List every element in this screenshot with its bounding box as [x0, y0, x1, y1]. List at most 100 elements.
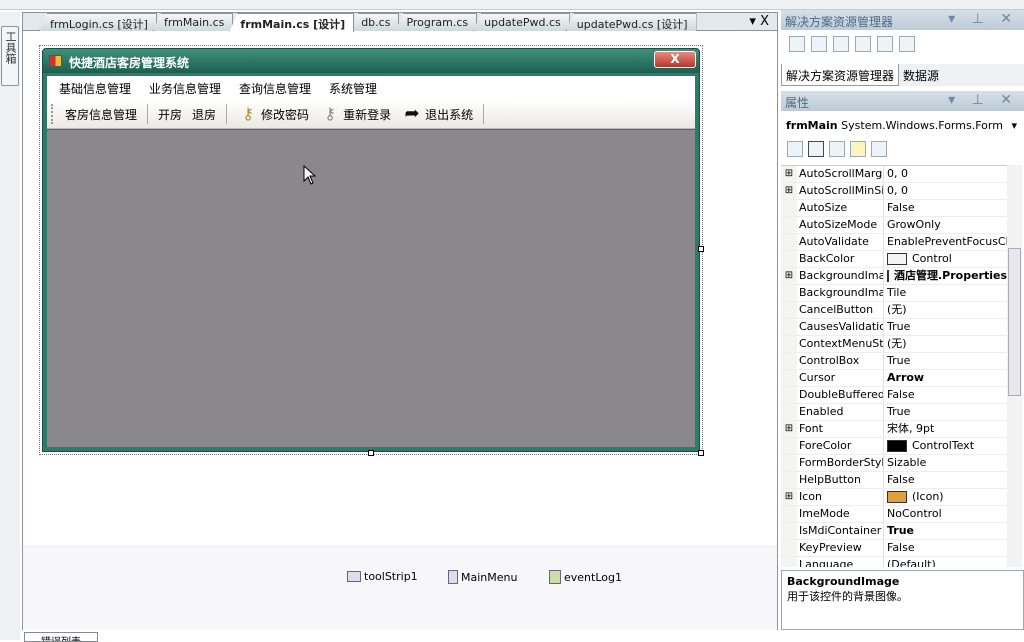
property-row[interactable]: BackgroundImageLayoutTile: [781, 285, 1007, 302]
expand-icon[interactable]: [781, 200, 797, 216]
close-button[interactable]: X: [654, 51, 696, 68]
exit-button[interactable]: ➦ 退出系统: [396, 104, 478, 124]
relogin-button[interactable]: ⚷ 重新登录: [314, 104, 396, 124]
tray-mainmenu[interactable]: MainMenu: [448, 570, 517, 584]
property-row[interactable]: ⊞BackgroundImage 酒店管理.Properties: [781, 268, 1007, 285]
object-selector[interactable]: frmMain System.Windows.Forms.Form ▾: [781, 116, 1021, 136]
property-value[interactable]: True: [884, 404, 1007, 420]
grip-handle[interactable]: [51, 104, 54, 124]
property-value[interactable]: (无): [884, 302, 1007, 318]
property-row[interactable]: ForeColor ControlText: [781, 438, 1007, 455]
property-row[interactable]: CausesValidation True: [781, 319, 1007, 336]
resize-handle-right[interactable]: [698, 246, 704, 252]
menu-basic-info[interactable]: 基础信息管理: [59, 80, 131, 97]
categorized-icon[interactable]: [787, 141, 803, 157]
expand-icon[interactable]: [781, 472, 797, 488]
property-value[interactable]: Arrow: [884, 370, 1007, 386]
events-icon[interactable]: [850, 141, 866, 157]
properties-icon[interactable]: [789, 36, 805, 52]
view-code-icon[interactable]: [855, 36, 871, 52]
property-row[interactable]: AutoValidateEnablePreventFocusChange: [781, 234, 1007, 251]
property-value[interactable]: False: [884, 540, 1007, 556]
property-row[interactable]: FormBorderStyle Sizable: [781, 455, 1007, 472]
check-in-button[interactable]: 开房: [153, 106, 187, 123]
expand-icon[interactable]: [781, 557, 797, 567]
tab-data-sources[interactable]: 数据源: [899, 64, 944, 86]
property-value[interactable]: Control: [884, 251, 1007, 267]
expand-icon[interactable]: [781, 285, 797, 301]
expand-icon[interactable]: ⊞: [781, 489, 797, 505]
change-password-button[interactable]: ⚷ 修改密码: [232, 104, 314, 124]
property-row[interactable]: ⊞ Font 宋体, 9pt: [781, 421, 1007, 438]
error-list-tab[interactable]: 错误列表: [24, 632, 98, 642]
property-value[interactable]: True: [884, 523, 1007, 539]
property-value[interactable]: GrowOnly: [884, 217, 1007, 233]
expand-icon[interactable]: [781, 336, 797, 352]
expand-icon[interactable]: [781, 319, 797, 335]
property-row[interactable]: ⊞AutoScrollMinSize0, 0: [781, 183, 1007, 200]
property-row[interactable]: ImeMode NoControl: [781, 506, 1007, 523]
property-row[interactable]: Enabled True: [781, 404, 1007, 421]
menu-query-info[interactable]: 查询信息管理: [239, 80, 311, 97]
property-row[interactable]: ⊞ AutoScrollMargin 0, 0: [781, 166, 1007, 183]
expand-icon[interactable]: [781, 387, 797, 403]
view-designer-icon[interactable]: [877, 36, 893, 52]
property-row[interactable]: AutoSizeMode GrowOnly: [781, 217, 1007, 234]
expand-icon[interactable]: [781, 540, 797, 556]
tab-1[interactable]: frmMain.cs: [152, 13, 234, 31]
property-row[interactable]: IsMdiContainer True: [781, 523, 1007, 540]
pane-controls[interactable]: ▾ ⊥ ✕: [948, 11, 1018, 27]
expand-icon[interactable]: [781, 302, 797, 318]
expand-icon[interactable]: ⊞: [781, 166, 797, 182]
tab-solution-explorer[interactable]: 解决方案资源管理器: [781, 64, 900, 86]
property-pages-icon[interactable]: [871, 141, 887, 157]
property-value[interactable]: (无): [884, 336, 1007, 352]
property-row[interactable]: HelpButton False: [781, 472, 1007, 489]
expand-icon[interactable]: [781, 455, 797, 471]
expand-icon[interactable]: [781, 370, 797, 386]
resize-handle-bottom[interactable]: [368, 450, 374, 456]
refresh-icon[interactable]: [833, 36, 849, 52]
scrollbar-thumb[interactable]: [1008, 248, 1021, 396]
form-designer[interactable]: 快捷酒店客房管理系统 X 基础信息管理 业务信息管理 查询信息管理 系统管理 客…: [39, 45, 704, 456]
property-value[interactable]: False: [884, 200, 1007, 216]
class-diagram-icon[interactable]: [899, 36, 915, 52]
property-row[interactable]: AutoSize False: [781, 200, 1007, 217]
property-row[interactable]: Language (Default): [781, 557, 1007, 567]
property-row[interactable]: BackColor Control: [781, 251, 1007, 268]
expand-icon[interactable]: [781, 523, 797, 539]
menu-system[interactable]: 系统管理: [329, 80, 377, 97]
expand-icon[interactable]: [781, 404, 797, 420]
tab-controls[interactable]: ▾ X: [749, 14, 769, 29]
property-row[interactable]: Cursor Arrow: [781, 370, 1007, 387]
property-value[interactable]: 0, 0: [884, 183, 1007, 199]
expand-icon[interactable]: [781, 217, 797, 233]
property-row[interactable]: ControlBox True: [781, 353, 1007, 370]
tab-0[interactable]: frmLogin.cs [设计]: [39, 13, 157, 31]
property-value[interactable]: 酒店管理.Properties: [884, 268, 1007, 284]
resize-handle-corner[interactable]: [698, 450, 704, 456]
check-out-button[interactable]: 退房: [187, 106, 221, 123]
property-value[interactable]: EnablePreventFocusChange: [884, 234, 1007, 250]
menu-business-info[interactable]: 业务信息管理: [149, 80, 221, 97]
property-value[interactable]: NoControl: [884, 506, 1007, 522]
expand-icon[interactable]: [781, 251, 797, 267]
property-value[interactable]: (Default): [884, 557, 1007, 567]
tray-eventlog1[interactable]: eventLog1: [549, 570, 622, 584]
alphabetical-icon[interactable]: [808, 141, 824, 157]
expand-icon[interactable]: [781, 234, 797, 250]
properties-view-icon[interactable]: [829, 141, 845, 157]
tab-3[interactable]: db.cs: [350, 13, 400, 31]
show-all-files-icon[interactable]: [811, 36, 827, 52]
form-window[interactable]: 快捷酒店客房管理系统 X 基础信息管理 业务信息管理 查询信息管理 系统管理 客…: [42, 48, 700, 452]
property-value[interactable]: 宋体, 9pt: [884, 421, 1007, 437]
tab-5[interactable]: updatePwd.cs: [473, 13, 570, 31]
toolbox-tab[interactable]: 工具箱: [1, 26, 19, 86]
tab-2[interactable]: frmMain.cs [设计]: [229, 13, 355, 32]
property-value[interactable]: Sizable: [884, 455, 1007, 471]
property-value[interactable]: False: [884, 472, 1007, 488]
expand-icon[interactable]: ⊞: [781, 268, 797, 284]
expand-icon[interactable]: ⊞: [781, 183, 797, 199]
expand-icon[interactable]: [781, 438, 797, 454]
expand-icon[interactable]: [781, 506, 797, 522]
